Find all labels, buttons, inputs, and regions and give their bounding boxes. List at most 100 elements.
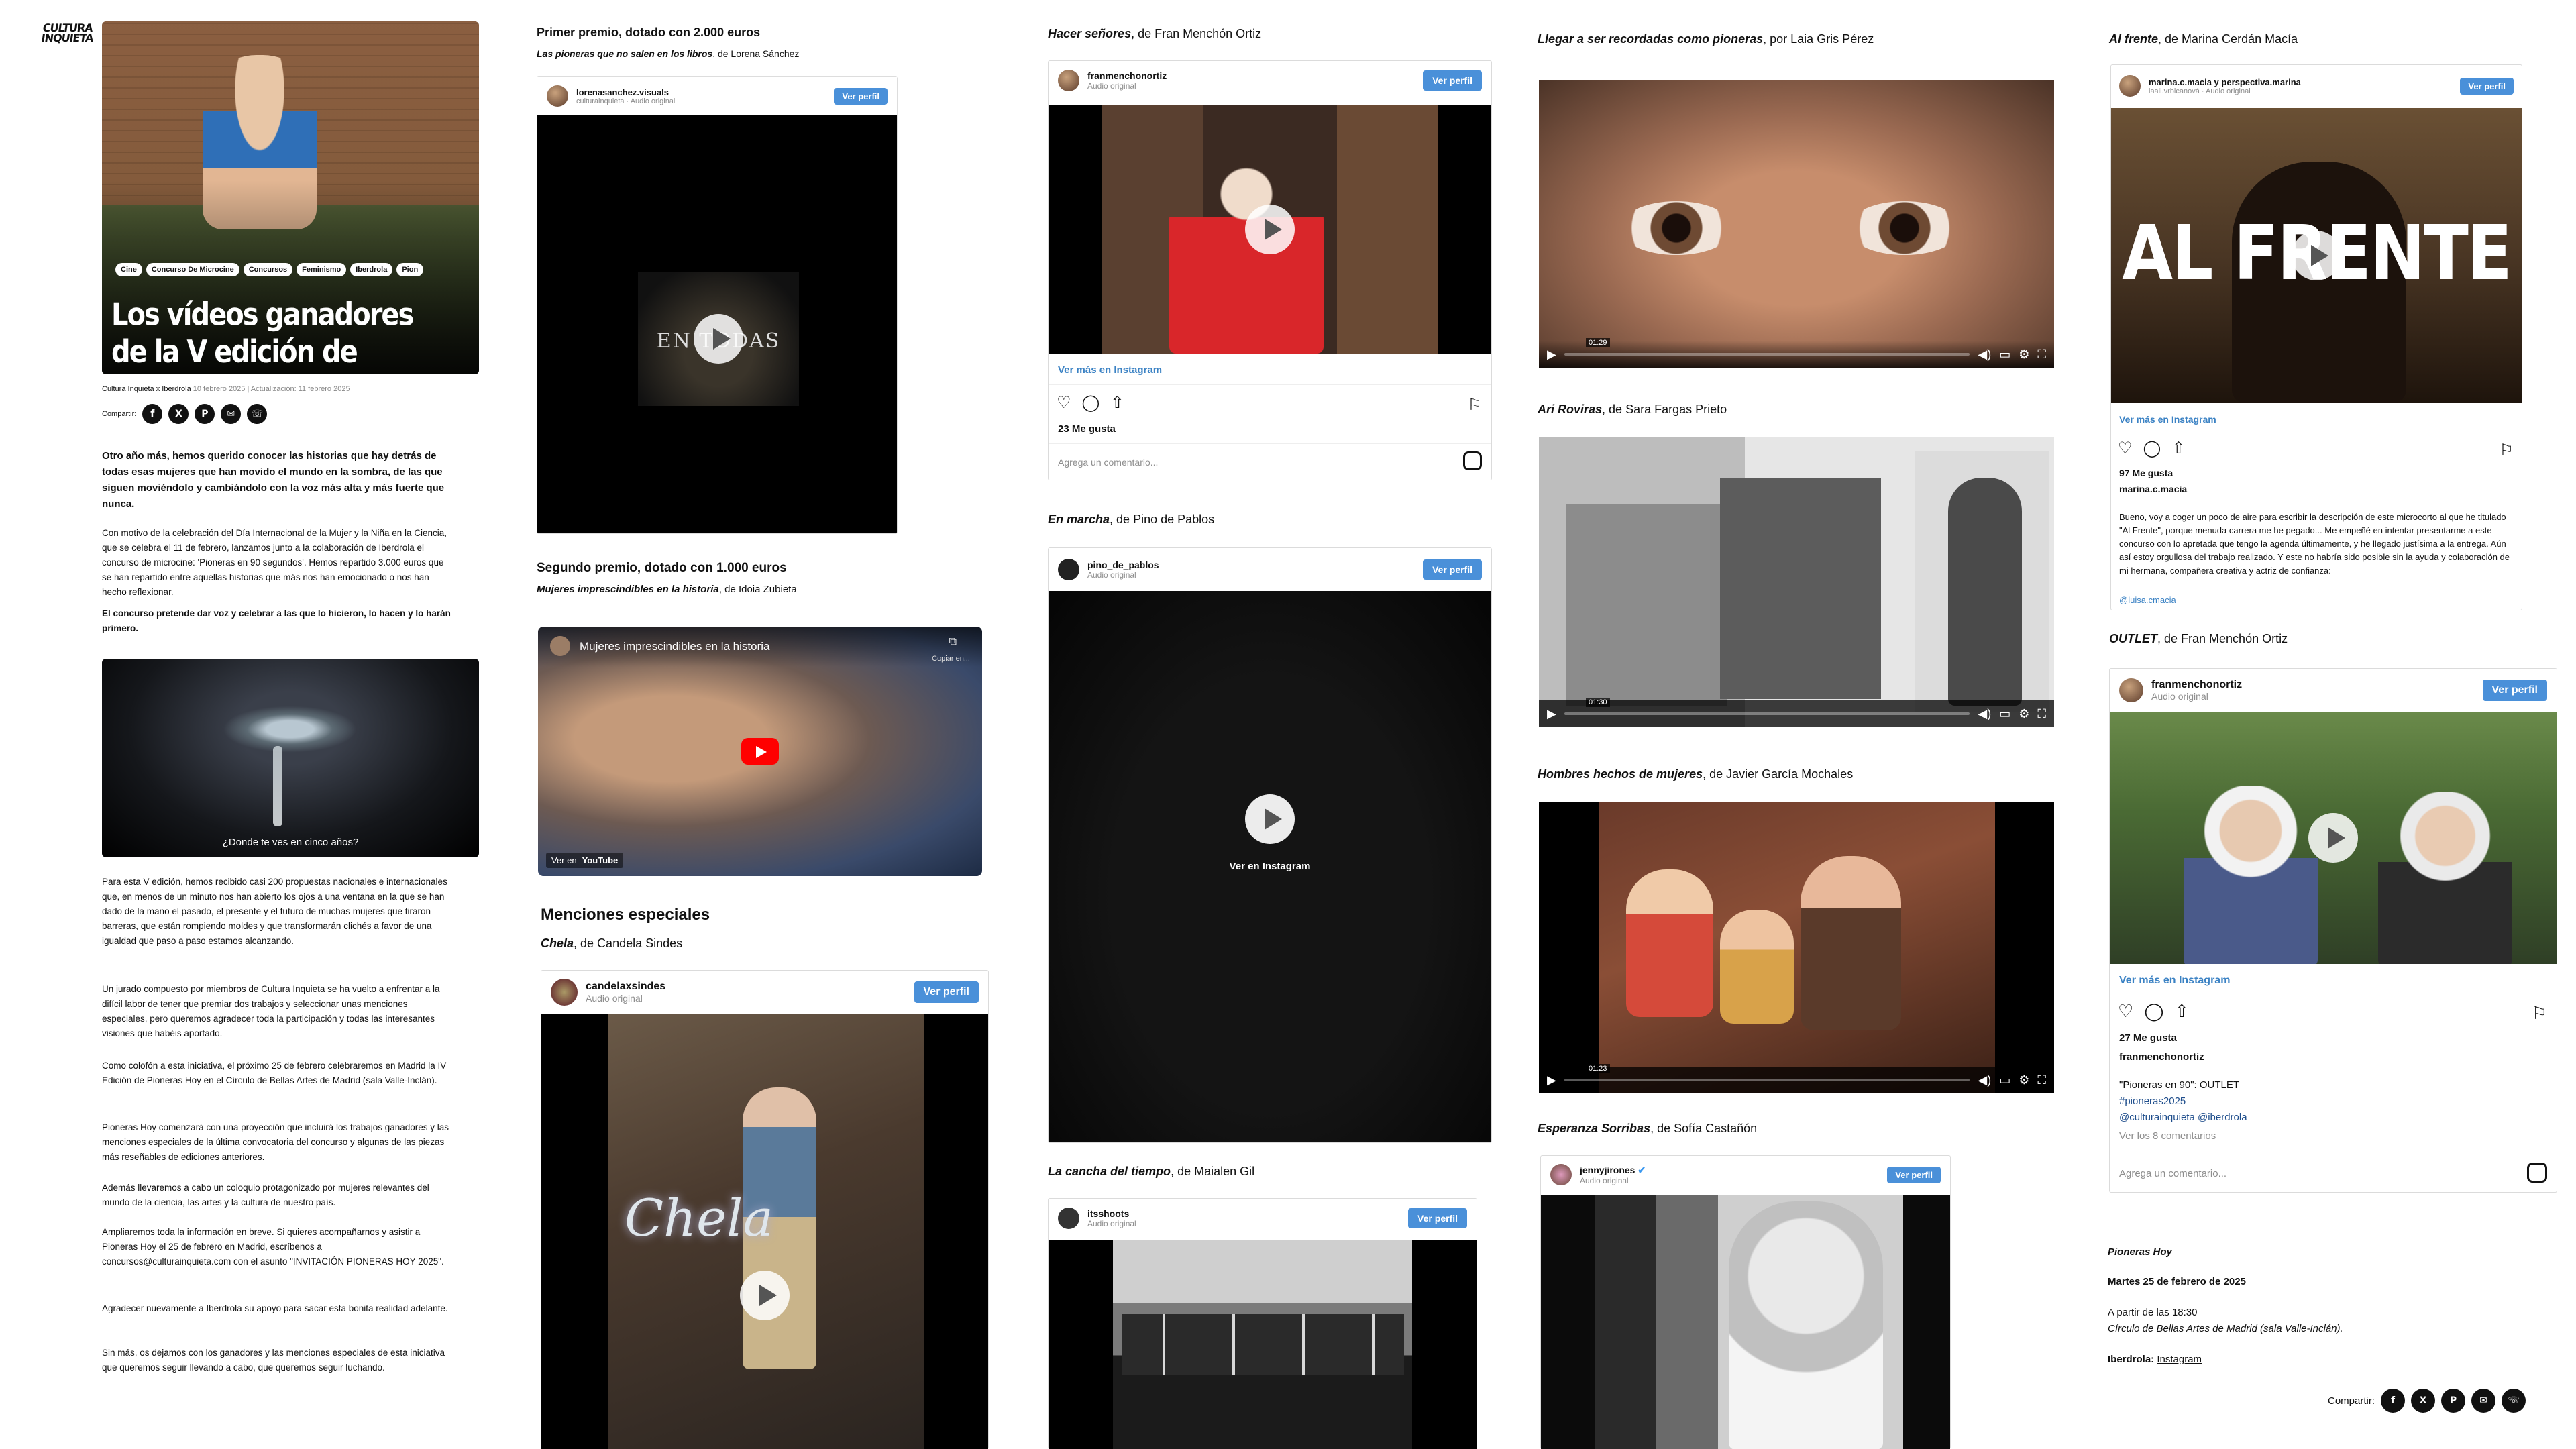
avatar[interactable] <box>551 979 578 1006</box>
ig-username[interactable]: marina.c.macia y perspectiva.marina <box>2149 77 2301 87</box>
video-frame[interactable]: AL FRENTE <box>2111 108 2522 403</box>
view-profile-button[interactable]: Ver perfil <box>2482 680 2547 701</box>
share-icon[interactable]: ⇧ <box>1110 395 1124 411</box>
youtube-video-title[interactable]: Mujeres imprescindibles en la historia <box>580 640 769 653</box>
like-icon[interactable]: ♡ <box>1057 395 1071 411</box>
settings-icon[interactable]: ⚙ <box>2019 347 2029 362</box>
ig-username[interactable]: franmenchonortiz <box>2151 679 2242 691</box>
play-icon[interactable]: ▶ <box>1547 347 1556 362</box>
ig-username[interactable]: candelaxsindes <box>586 981 665 993</box>
tag[interactable]: Iberdrola <box>350 263 393 276</box>
video-frame[interactable]: Chela <box>541 1014 988 1449</box>
video-player[interactable]: ▶ ◀) ▭ ⚙ ⛶ 01:30 <box>1539 437 2054 727</box>
play-icon[interactable] <box>2308 813 2358 863</box>
view-more-instagram-link[interactable]: Ver más en Instagram <box>2119 975 2230 987</box>
site-logo[interactable]: CULTURA INQUIETA <box>40 21 94 50</box>
play-icon[interactable]: ▶ <box>1547 707 1556 721</box>
share-icon[interactable]: ⇧ <box>2174 1002 2189 1020</box>
caption-mentions[interactable]: @culturainquieta @iberdrola <box>2119 1112 2247 1123</box>
tag[interactable]: Pion <box>396 263 424 276</box>
sponsor-instagram-link[interactable]: Instagram <box>2157 1354 2202 1365</box>
channel-avatar[interactable] <box>550 636 570 656</box>
fullscreen-icon[interactable]: ⛶ <box>2037 347 2046 362</box>
instagram-icon[interactable] <box>2527 1163 2547 1183</box>
view-profile-button[interactable]: Ver perfil <box>1423 559 1482 580</box>
email-icon[interactable]: ✉ <box>2471 1389 2496 1413</box>
whatsapp-icon[interactable]: ☏ <box>2502 1389 2526 1413</box>
settings-icon[interactable]: ⚙ <box>2019 707 2029 721</box>
youtube-play-icon[interactable] <box>741 738 779 765</box>
fullscreen-icon[interactable]: ⛶ <box>2037 707 2046 721</box>
facebook-icon[interactable]: f <box>142 404 163 424</box>
view-more-instagram-link[interactable]: Ver más en Instagram <box>1058 364 1162 376</box>
video-frame[interactable] <box>2110 712 2557 964</box>
avatar[interactable] <box>2119 75 2141 97</box>
video-frame[interactable]: EN TODAS <box>638 272 799 406</box>
view-more-instagram-link[interactable]: Ver más en Instagram <box>2119 414 2216 425</box>
caption-username[interactable]: franmenchonortiz <box>2119 1051 2204 1063</box>
play-icon[interactable] <box>1245 205 1295 254</box>
like-icon[interactable]: ♡ <box>2118 441 2133 457</box>
watch-on-youtube[interactable]: Ver en YouTube <box>546 853 624 868</box>
progress-bar[interactable] <box>1564 353 1970 356</box>
caption-mention[interactable]: @luisa.cmacia <box>2119 595 2176 605</box>
avatar[interactable] <box>547 85 568 107</box>
progress-bar[interactable] <box>1564 712 1970 715</box>
play-icon[interactable] <box>2292 231 2341 280</box>
share-icon[interactable]: ⇧ <box>2171 441 2185 457</box>
ig-username[interactable]: lorenasanchez.visuals <box>576 87 675 97</box>
email-icon[interactable]: ✉ <box>221 404 241 424</box>
settings-icon[interactable]: ⚙ <box>2019 1073 2029 1087</box>
view-profile-button[interactable]: Ver perfil <box>914 981 979 1003</box>
tag[interactable]: Concursos <box>243 263 293 276</box>
video-frame[interactable] <box>1049 105 1491 354</box>
comment-input[interactable]: Agrega un comentario... <box>1058 457 1158 468</box>
bookmark-icon[interactable]: ⚐ <box>1467 395 1482 415</box>
tag[interactable]: Cine <box>115 263 142 276</box>
facebook-icon[interactable]: f <box>2381 1389 2406 1413</box>
progress-bar[interactable] <box>1564 1079 1970 1081</box>
caption-username[interactable]: marina.c.macia <box>2119 484 2187 494</box>
captions-icon[interactable]: ▭ <box>1999 707 2010 721</box>
video-player[interactable]: ▶ ◀) ▭ ⚙ ⛶ 01:23 <box>1539 802 2054 1093</box>
avatar[interactable] <box>2119 678 2143 702</box>
comment-icon[interactable]: ◯ <box>2143 441 2161 457</box>
ig-username[interactable]: jennyjirones ✔ <box>1580 1165 1646 1176</box>
pinterest-icon[interactable]: P <box>195 404 215 424</box>
video-player[interactable]: ▶ ◀) ▭ ⚙ ⛶ 01:29 <box>1539 80 2054 368</box>
volume-icon[interactable]: ◀) <box>1978 1073 1991 1087</box>
play-icon[interactable] <box>694 314 743 364</box>
fullscreen-icon[interactable]: ⛶ <box>2037 1073 2046 1087</box>
watch-on-instagram[interactable]: Ver en Instagram <box>1049 861 1491 872</box>
bookmark-icon[interactable]: ⚐ <box>2499 441 2514 460</box>
play-icon[interactable]: ▶ <box>1547 1073 1556 1087</box>
youtube-embed[interactable]: Mujeres imprescindibles en la historia ⧉… <box>538 627 982 876</box>
volume-icon[interactable]: ◀) <box>1978 707 1991 721</box>
comment-input[interactable]: Agrega un comentario... <box>2119 1168 2226 1179</box>
tag[interactable]: Feminismo <box>297 263 347 276</box>
volume-icon[interactable]: ◀) <box>1978 347 1991 362</box>
view-comments-link[interactable]: Ver los 8 comentarios <box>2119 1130 2216 1142</box>
avatar[interactable] <box>1550 1164 1572 1185</box>
play-icon[interactable] <box>740 1271 790 1320</box>
tag[interactable]: Concurso De Microcine <box>146 263 239 276</box>
view-profile-button[interactable]: Ver perfil <box>1408 1208 1467 1228</box>
comment-icon[interactable]: ◯ <box>1082 395 1100 411</box>
comment-icon[interactable]: ◯ <box>2144 1002 2163 1020</box>
copy-link-icon[interactable]: ⧉ <box>949 636 957 648</box>
video-frame[interactable] <box>1049 1240 1477 1449</box>
instagram-icon[interactable] <box>1463 451 1482 470</box>
author[interactable]: Cultura Inquieta x Iberdrola <box>102 385 191 393</box>
play-icon[interactable] <box>1245 794 1295 844</box>
video-frame[interactable]: Ver en Instagram <box>1049 591 1491 1142</box>
avatar[interactable] <box>1058 559 1079 580</box>
x-icon[interactable]: X <box>168 404 189 424</box>
view-profile-button[interactable]: Ver perfil <box>1423 70 1482 91</box>
avatar[interactable] <box>1058 70 1079 91</box>
ig-username[interactable]: itsshoots <box>1087 1208 1136 1219</box>
caption-hashtag[interactable]: #pioneras2025 <box>2119 1095 2186 1107</box>
view-profile-button[interactable]: Ver perfil <box>1887 1166 1941 1183</box>
view-profile-button[interactable]: Ver perfil <box>834 87 888 105</box>
pinterest-icon[interactable]: P <box>2441 1389 2466 1413</box>
view-profile-button[interactable]: Ver perfil <box>2460 77 2514 95</box>
